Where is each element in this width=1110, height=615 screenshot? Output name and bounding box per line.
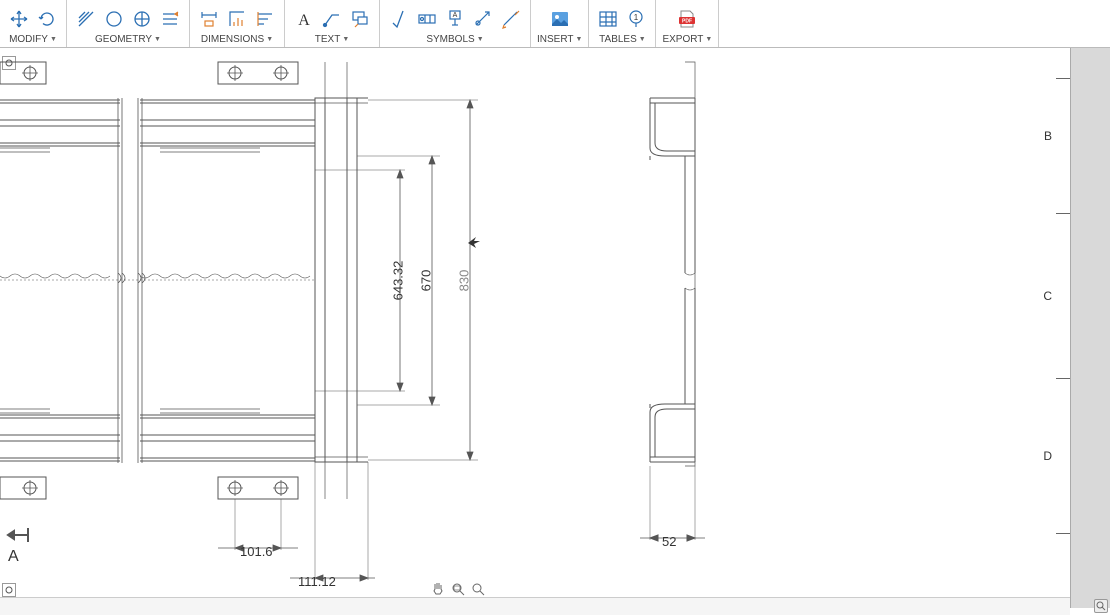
dim-111: 111.12 <box>298 574 336 589</box>
tool-group-text: A TEXT▼ <box>285 0 380 47</box>
dim-830: 830 <box>456 270 471 292</box>
view-nav-tools <box>430 581 486 597</box>
image-insert-icon[interactable] <box>549 8 571 30</box>
tables-dropdown[interactable]: TABLES▼ <box>599 34 646 45</box>
centermark-icon[interactable] <box>472 8 494 30</box>
surface-finish-icon[interactable] <box>388 8 410 30</box>
zone-b-label: B <box>1044 129 1070 143</box>
modify-label: MODIFY <box>9 34 48 45</box>
dimensions-dropdown[interactable]: DIMENSIONS▼ <box>201 34 273 45</box>
tables-label: TABLES <box>599 34 637 45</box>
svg-text:1: 1 <box>634 13 639 22</box>
drawing-canvas[interactable]: 643.32 670 830 101.6 111.12 52 A B C D <box>0 48 1110 615</box>
main-toolbar: MODIFY▼ GEOMETRY▼ <box>0 0 1110 48</box>
project-icon[interactable] <box>159 8 181 30</box>
svg-text:A: A <box>453 12 458 19</box>
status-bar <box>0 597 1070 615</box>
tool-group-modify: MODIFY▼ <box>0 0 67 47</box>
baseline-dim-icon[interactable] <box>254 8 276 30</box>
bom-icon[interactable]: 1 <box>625 8 647 30</box>
search-corner-icon[interactable] <box>1094 599 1108 613</box>
pdf-export-icon[interactable]: PDF <box>676 8 698 30</box>
symbols-dropdown[interactable]: SYMBOLS▼ <box>426 34 483 45</box>
leader-icon[interactable] <box>321 8 343 30</box>
dim-52: 52 <box>662 534 676 549</box>
zoom-icon[interactable] <box>470 581 486 597</box>
tool-group-geometry: GEOMETRY▼ <box>67 0 190 47</box>
svg-text:PDF: PDF <box>682 19 692 25</box>
rotate-icon[interactable] <box>36 8 58 30</box>
tool-group-symbols: A SYMBOLS▼ <box>380 0 531 47</box>
move-icon[interactable] <box>8 8 30 30</box>
modify-dropdown[interactable]: MODIFY▼ <box>9 34 57 45</box>
export-dropdown[interactable]: EXPORT▼ <box>662 34 712 45</box>
datum-icon[interactable]: A <box>444 8 466 30</box>
text-label: TEXT <box>315 34 341 45</box>
dimensions-label: DIMENSIONS <box>201 34 264 45</box>
tool-group-insert: INSERT▼ <box>531 0 589 47</box>
geometry-label: GEOMETRY <box>95 34 152 45</box>
drawing-svg <box>0 48 1040 608</box>
zone-d-label: D <box>1043 449 1070 463</box>
geometry-dropdown[interactable]: GEOMETRY▼ <box>95 34 161 45</box>
tool-group-export: PDF EXPORT▼ <box>656 0 719 47</box>
section-a-label: A <box>8 548 19 566</box>
tool-group-tables: 1 TABLES▼ <box>589 0 656 47</box>
linear-dim-icon[interactable] <box>198 8 220 30</box>
table-icon[interactable] <box>597 8 619 30</box>
gdt-frame-icon[interactable] <box>416 8 438 30</box>
dim-670: 670 <box>418 270 433 292</box>
ordinate-dim-icon[interactable] <box>226 8 248 30</box>
insert-label: INSERT <box>537 34 574 45</box>
pan-icon[interactable] <box>430 581 446 597</box>
dim-643: 643.32 <box>390 261 405 301</box>
svg-text:A: A <box>298 12 310 29</box>
centerline-icon[interactable] <box>500 8 522 30</box>
text-icon[interactable]: A <box>293 8 315 30</box>
tool-group-dimensions: DIMENSIONS▼ <box>190 0 285 47</box>
circle-icon[interactable] <box>103 8 125 30</box>
text-dropdown[interactable]: TEXT▼ <box>315 34 350 45</box>
zoom-fit-icon[interactable] <box>450 581 466 597</box>
line-icon[interactable] <box>75 8 97 30</box>
symbols-label: SYMBOLS <box>426 34 474 45</box>
zone-c-label: C <box>1043 289 1070 303</box>
target-circle-icon[interactable] <box>131 8 153 30</box>
side-scrollbar[interactable] <box>1070 48 1110 608</box>
insert-dropdown[interactable]: INSERT▼ <box>537 34 582 45</box>
dim-101: 101.6 <box>240 544 273 559</box>
balloon-icon[interactable] <box>349 8 371 30</box>
export-label: EXPORT <box>662 34 703 45</box>
